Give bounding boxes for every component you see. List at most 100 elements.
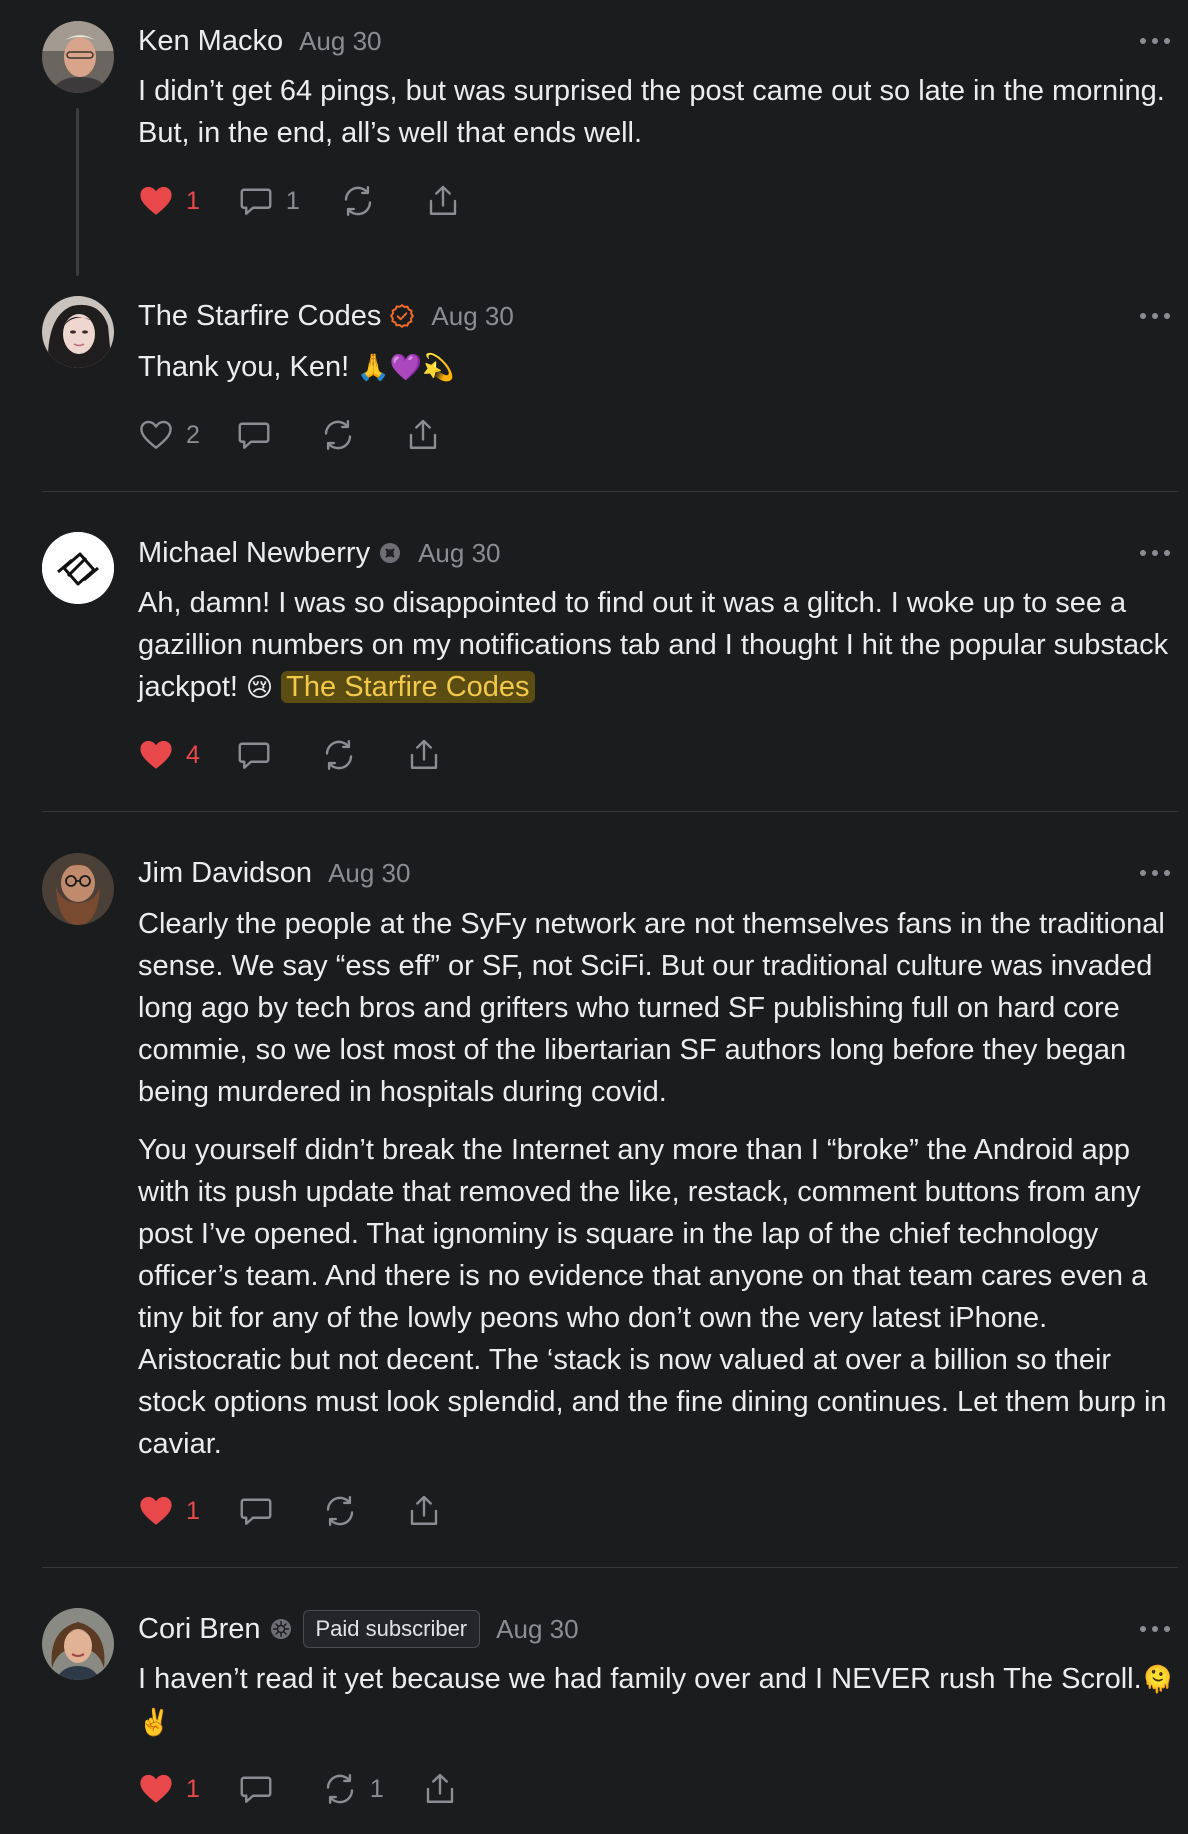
- divider: [42, 1567, 1178, 1568]
- comment-actions: 1 1: [138, 179, 461, 223]
- restack-button[interactable]: [322, 1493, 358, 1529]
- comment-body: Ah, damn! I was so disappointed to find …: [138, 582, 1178, 709]
- comment-icon: [238, 183, 274, 219]
- paid-subscriber-badge: Paid subscriber: [302, 1610, 481, 1648]
- share-button[interactable]: [406, 1493, 442, 1529]
- author-name[interactable]: Ken Macko: [138, 25, 283, 58]
- like-count: 2: [186, 420, 200, 449]
- mention-link[interactable]: The Starfire Codes: [281, 671, 535, 703]
- comment-actions: 1: [138, 1489, 442, 1533]
- reply-button[interactable]: 1: [238, 183, 300, 219]
- avatar[interactable]: [42, 21, 114, 93]
- subscriber-icon: [378, 541, 402, 565]
- share-button[interactable]: [405, 417, 441, 453]
- share-button[interactable]: [406, 737, 442, 773]
- comment-text-main: Thank you, Ken!: [138, 351, 358, 383]
- heart-icon: [138, 737, 174, 773]
- restack-icon: [322, 1493, 358, 1529]
- comment-actions: 4: [138, 733, 442, 777]
- divider: [42, 491, 1178, 492]
- verified-icon: [389, 303, 415, 329]
- comment-date[interactable]: Aug 30: [328, 858, 410, 889]
- comment-header: Michael Newberry Aug 30: [138, 533, 500, 573]
- more-options-icon[interactable]: [1140, 36, 1170, 46]
- heart-icon: [138, 1493, 174, 1529]
- restack-icon: [320, 417, 356, 453]
- restack-button[interactable]: [321, 737, 357, 773]
- more-options-icon[interactable]: [1140, 868, 1170, 878]
- avatar[interactable]: [42, 532, 114, 604]
- comment-date[interactable]: Aug 30: [496, 1614, 578, 1645]
- like-button[interactable]: 1: [138, 183, 200, 219]
- heart-icon: [138, 183, 174, 219]
- comment-text: Thank you, Ken! 🙏💜💫: [138, 346, 1178, 389]
- restack-icon: [322, 1771, 358, 1807]
- comment-text: Ah, damn! I was so disappointed to find …: [138, 582, 1178, 709]
- avatar[interactable]: [42, 1608, 114, 1680]
- share-button[interactable]: [425, 183, 461, 219]
- emoji: 🙏💜💫: [357, 353, 455, 383]
- comment-icon: [236, 417, 272, 453]
- reply-count: 1: [285, 186, 300, 215]
- heart-icon: [138, 1771, 174, 1807]
- author-name[interactable]: Cori Bren: [138, 1613, 261, 1646]
- comment-body: Thank you, Ken! 🙏💜💫: [138, 346, 1178, 389]
- restack-icon: [321, 737, 357, 773]
- like-button[interactable]: 2: [138, 417, 200, 453]
- comment-paragraph: Clearly the people at the SyFy network a…: [138, 908, 1165, 1108]
- restack-button[interactable]: 1: [322, 1771, 384, 1807]
- more-options-icon[interactable]: [1140, 311, 1170, 321]
- comment-header: Cori Bren Paid subscriber Aug 30: [138, 1609, 579, 1649]
- like-count: 4: [186, 740, 200, 769]
- comment-icon: [238, 1493, 274, 1529]
- comment-icon: [236, 737, 272, 773]
- comment-date[interactable]: Aug 30: [299, 26, 381, 57]
- subscriber-icon: [269, 1617, 293, 1641]
- like-button[interactable]: 4: [138, 737, 200, 773]
- restack-icon: [340, 183, 376, 219]
- comment-text: I haven’t read it yet because we had fam…: [138, 1658, 1178, 1744]
- restack-button[interactable]: [320, 417, 356, 453]
- like-button[interactable]: 1: [138, 1493, 200, 1529]
- share-icon: [406, 1493, 442, 1529]
- comment-paragraph: You yourself didn’t break the Internet a…: [138, 1134, 1167, 1460]
- like-count: 1: [186, 1496, 200, 1525]
- thread-line: [76, 108, 79, 276]
- restack-count: 1: [369, 1774, 384, 1803]
- divider: [42, 811, 1178, 812]
- share-icon: [425, 183, 461, 219]
- like-count: 1: [186, 186, 200, 215]
- share-icon: [422, 1771, 458, 1807]
- like-button[interactable]: 1: [138, 1771, 200, 1807]
- comment-header: Ken Macko Aug 30: [138, 21, 381, 61]
- share-icon: [405, 417, 441, 453]
- comment-body: I haven’t read it yet because we had fam…: [138, 1658, 1178, 1744]
- comment-text: I didn’t get 64 pings, but was surprised…: [138, 75, 1165, 149]
- emoji: 😢: [246, 673, 274, 703]
- share-button[interactable]: [422, 1771, 458, 1807]
- comment-actions: 1 1: [138, 1767, 458, 1811]
- avatar[interactable]: [42, 853, 114, 925]
- comment-header: Jim Davidson Aug 30: [138, 853, 410, 893]
- comment-text-main: I haven’t read it yet because we had fam…: [138, 1663, 1142, 1695]
- comment-icon: [238, 1771, 274, 1807]
- author-name[interactable]: The Starfire Codes: [138, 300, 381, 333]
- reply-button[interactable]: [236, 737, 272, 773]
- comment-header: The Starfire Codes Aug 30: [138, 296, 514, 336]
- restack-button[interactable]: [340, 183, 376, 219]
- more-options-icon[interactable]: [1140, 548, 1170, 558]
- comment-date[interactable]: Aug 30: [418, 538, 500, 569]
- avatar[interactable]: [42, 296, 114, 368]
- comment-actions: 2: [138, 413, 441, 457]
- reply-button[interactable]: [238, 1493, 274, 1529]
- reply-button[interactable]: [236, 417, 272, 453]
- author-name[interactable]: Jim Davidson: [138, 857, 312, 890]
- heart-icon: [138, 417, 174, 453]
- comment-body: Clearly the people at the SyFy network a…: [138, 903, 1178, 1465]
- like-count: 1: [186, 1774, 200, 1803]
- reply-button[interactable]: [238, 1771, 274, 1807]
- more-options-icon[interactable]: [1140, 1624, 1170, 1634]
- author-name[interactable]: Michael Newberry: [138, 537, 370, 570]
- comment-date[interactable]: Aug 30: [431, 301, 513, 332]
- comment-body: I didn’t get 64 pings, but was surprised…: [138, 70, 1178, 154]
